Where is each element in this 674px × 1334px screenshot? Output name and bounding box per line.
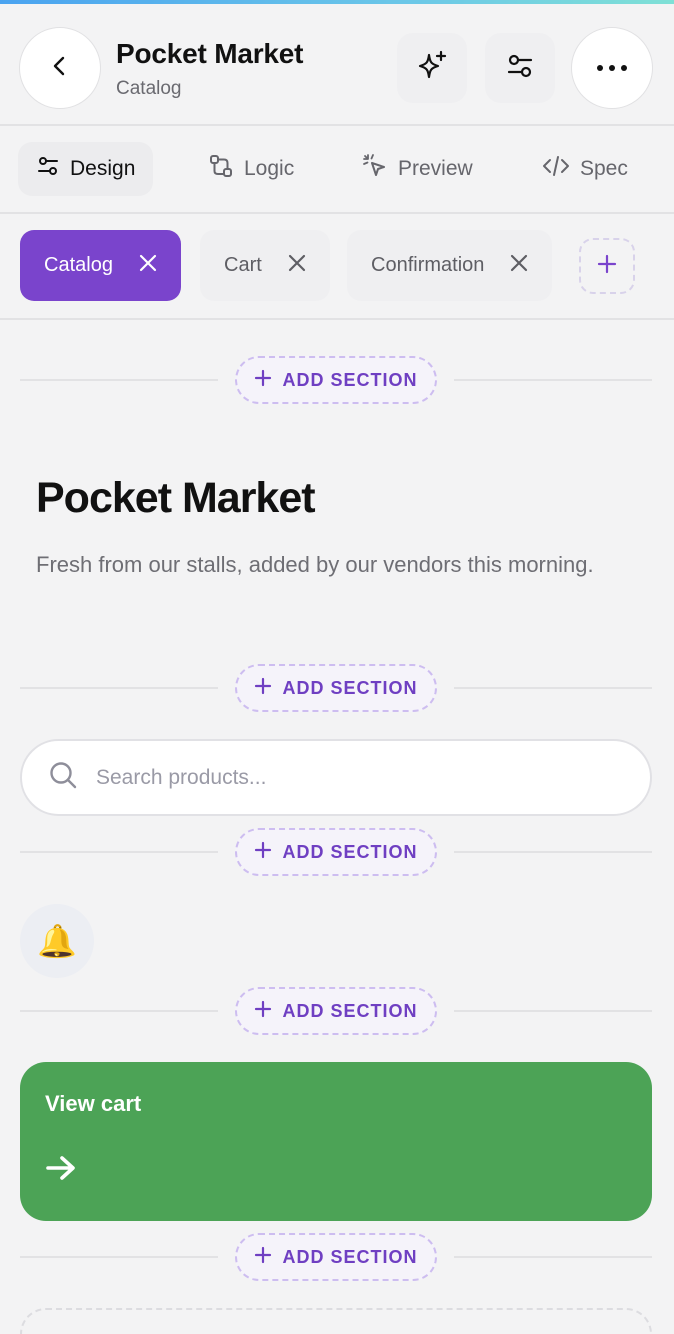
- logic-flow-icon: [208, 153, 234, 185]
- code-icon: [542, 154, 570, 184]
- cursor-click-icon: [362, 153, 388, 185]
- add-section-row: ADD SECTION: [20, 987, 652, 1035]
- ai-assist-button[interactable]: [397, 33, 467, 103]
- section-dropzone[interactable]: [20, 1308, 652, 1334]
- add-section-button[interactable]: ADD SECTION: [235, 1233, 437, 1281]
- add-section-row: ADD SECTION: [20, 1233, 652, 1281]
- add-section-button[interactable]: ADD SECTION: [235, 664, 437, 712]
- add-section-label: ADD SECTION: [282, 1000, 418, 1021]
- sliders-icon: [505, 51, 535, 86]
- plus-icon: [254, 1246, 272, 1269]
- tab-label: Spec: [580, 157, 628, 180]
- tab-spec[interactable]: Spec: [524, 142, 646, 196]
- page-tab-confirmation[interactable]: Confirmation: [347, 230, 553, 301]
- chevron-left-icon: [48, 54, 72, 83]
- page-tab-label: Catalog: [44, 254, 113, 276]
- add-section-label: ADD SECTION: [282, 841, 418, 862]
- search-bar[interactable]: [20, 739, 652, 816]
- view-cart-button[interactable]: View cart: [20, 1062, 652, 1221]
- plus-icon: [254, 369, 272, 392]
- divider: [454, 379, 652, 381]
- page-tabs: Catalog Cart Confirmation: [0, 214, 674, 320]
- divider: [454, 1010, 652, 1012]
- page-tab-label: Cart: [224, 254, 262, 276]
- tab-label: Preview: [398, 157, 473, 180]
- add-section-button[interactable]: ADD SECTION: [235, 356, 437, 404]
- add-section-label: ADD SECTION: [282, 677, 418, 698]
- divider: [454, 1256, 652, 1258]
- app-title: Pocket Market: [116, 38, 304, 69]
- tab-preview[interactable]: Preview: [344, 142, 491, 196]
- app-header: Pocket Market Catalog: [0, 4, 674, 126]
- title-block: Pocket Market Catalog: [116, 38, 303, 100]
- divider: [454, 687, 652, 689]
- divider: [20, 687, 218, 689]
- mode-tabs: Design Logic Preview Spec: [0, 126, 674, 214]
- more-horizontal-icon: [596, 59, 628, 77]
- tab-design[interactable]: Design: [18, 142, 154, 196]
- hero-description: Fresh from our stalls, added by our vend…: [36, 552, 594, 577]
- close-icon[interactable]: [510, 254, 528, 278]
- add-section-row: ADD SECTION: [20, 664, 652, 712]
- divider: [20, 1010, 218, 1012]
- tab-label: Design: [70, 157, 136, 180]
- notification-bell-button[interactable]: 🔔: [20, 904, 94, 978]
- view-cart-label: View cart: [45, 1091, 142, 1116]
- close-icon[interactable]: [288, 254, 306, 278]
- divider: [20, 1256, 218, 1258]
- plus-icon: [254, 677, 272, 700]
- add-section-label: ADD SECTION: [282, 1246, 418, 1267]
- page-tab-catalog[interactable]: Catalog: [20, 230, 181, 301]
- search-icon: [48, 760, 78, 795]
- tab-label: Logic: [244, 157, 295, 180]
- plus-icon: [254, 841, 272, 864]
- add-section-row: ADD SECTION: [20, 828, 652, 876]
- close-icon[interactable]: [139, 254, 157, 278]
- add-section-button[interactable]: ADD SECTION: [235, 987, 437, 1035]
- page-subtitle: Catalog: [116, 78, 182, 99]
- add-section-button[interactable]: ADD SECTION: [235, 828, 437, 876]
- page-tab-cart[interactable]: Cart: [200, 230, 330, 301]
- more-button[interactable]: [571, 27, 653, 109]
- add-page-button[interactable]: [579, 238, 635, 294]
- divider: [454, 851, 652, 853]
- arrow-right-icon: [45, 1154, 77, 1187]
- sliders-icon: [36, 154, 60, 184]
- hero-title: Pocket Market: [36, 474, 316, 522]
- settings-button[interactable]: [485, 33, 555, 103]
- back-button[interactable]: [19, 27, 101, 109]
- bell-icon: 🔔: [37, 923, 77, 959]
- divider: [20, 851, 218, 853]
- plus-icon: [597, 254, 617, 279]
- sparkle-icon: [415, 49, 449, 88]
- add-section-row: ADD SECTION: [20, 356, 652, 404]
- plus-icon: [254, 1000, 272, 1023]
- divider: [20, 379, 218, 381]
- page-tab-label: Confirmation: [371, 254, 485, 276]
- add-section-label: ADD SECTION: [282, 369, 418, 390]
- search-input[interactable]: [96, 765, 576, 790]
- tab-logic[interactable]: Logic: [190, 142, 312, 196]
